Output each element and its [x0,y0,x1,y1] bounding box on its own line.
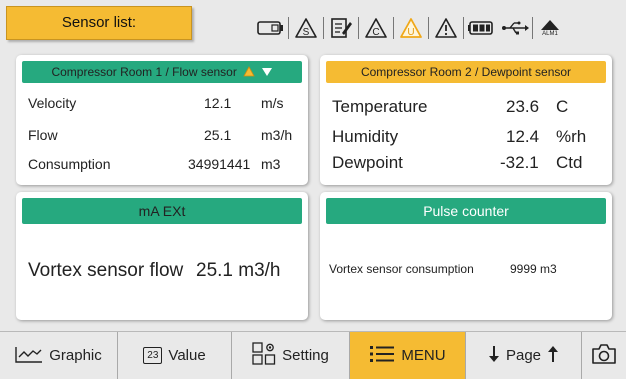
vortex-flow-label: Vortex sensor flow [28,260,184,281]
flow-unit: m3/h [261,127,293,143]
pulse-counter-title: Pulse counter [423,203,509,219]
consumption-value: 34991441 [188,156,251,172]
usb-icon [498,14,532,42]
vortex-consumption-label: Vortex sensor consumption [329,262,474,276]
flow-value: 25.1 [204,127,232,143]
setting-button[interactable]: Setting [232,332,350,379]
dewpoint-label: Dewpoint [332,153,403,172]
humidity-unit: %rh [556,127,587,146]
arrow-down-icon[interactable] [488,345,500,367]
ma-ext-header: mA EXt [22,198,302,224]
card-reader-icon[interactable] [254,14,288,42]
warning-icon[interactable] [429,14,463,42]
value-button[interactable]: 23 Value [118,332,232,379]
ma-ext-panel[interactable]: mA EXt Vortex sensor flow 25.1 m3/h [16,192,308,320]
dropdown-arrow-icon[interactable] [261,62,273,84]
humidity-value: 12.4 [506,127,540,146]
graphic-label: Graphic [49,347,102,364]
dewpoint-sensor-panel[interactable]: Compressor Room 2 / Dewpoint sensor Temp… [320,55,612,185]
arrow-up-icon[interactable] [547,345,559,367]
document-edit-icon[interactable] [324,14,358,42]
page-label: Page [505,347,542,364]
vortex-flow-value: 25.1 m3/h [196,260,281,281]
svg-text:C: C [372,27,379,38]
flow-sensor-panel[interactable]: Compressor Room 1 / Flow sensor Velocity… [16,55,308,185]
vortex-consumption-value: 9999 m3 [510,262,557,276]
dewpoint-value: -32.1 [500,153,539,172]
warning-small-icon [243,62,255,84]
camera-icon [591,343,617,369]
warning-u-active-icon[interactable]: U [394,14,428,42]
humidity-label: Humidity [332,127,399,146]
svg-text:S: S [303,27,310,38]
pulse-counter-header: Pulse counter [326,198,606,224]
menu-list-icon [369,345,395,367]
flow-label: Flow [28,127,58,143]
dewpoint-sensor-header: Compressor Room 2 / Dewpoint sensor [326,61,606,83]
top-bar: Sensor list: S C U ALM1 [0,0,626,50]
warning-s-icon[interactable]: S [289,14,323,42]
setting-label: Setting [282,347,329,364]
consumption-label: Consumption [28,156,111,172]
page-button[interactable]: Page [466,332,582,379]
pulse-counter-panel[interactable]: Pulse counter Vortex sensor consumption … [320,192,612,320]
ma-ext-title: mA EXt [138,203,186,219]
menu-button[interactable]: MENU [350,332,466,379]
camera-button[interactable] [582,332,626,379]
sensor-list-button[interactable]: Sensor list: [6,6,192,40]
velocity-label: Velocity [28,95,77,111]
status-icon-bar: S C U ALM1 [254,14,567,42]
sensor-list-label: Sensor list: [61,14,137,31]
graphic-button[interactable]: Graphic [0,332,118,379]
value-icon: 23 [143,347,163,364]
temperature-value: 23.6 [506,97,540,116]
velocity-value: 12.1 [204,95,232,111]
flow-sensor-title: Compressor Room 1 / Flow sensor [51,65,237,79]
value-label: Value [168,347,206,364]
velocity-unit: m/s [261,95,284,111]
dewpoint-unit: Ctd [556,153,583,172]
consumption-unit: m3 [261,156,281,172]
alarm-icon[interactable]: ALM1 [533,14,567,42]
settings-grid-icon [252,341,276,370]
alarm-label: ALM1 [542,30,558,37]
menu-label: MENU [401,347,446,364]
dewpoint-sensor-title: Compressor Room 2 / Dewpoint sensor [360,65,572,79]
temperature-unit: C [556,97,569,116]
line-chart-icon [15,345,43,367]
battery-icon [464,14,498,42]
flow-sensor-header: Compressor Room 1 / Flow sensor [22,61,302,83]
bottom-toolbar: Graphic 23 Value Setting MENU Page [0,331,626,379]
temperature-label: Temperature [332,97,428,116]
warning-c-icon[interactable]: C [359,14,393,42]
svg-text:U: U [407,27,414,38]
